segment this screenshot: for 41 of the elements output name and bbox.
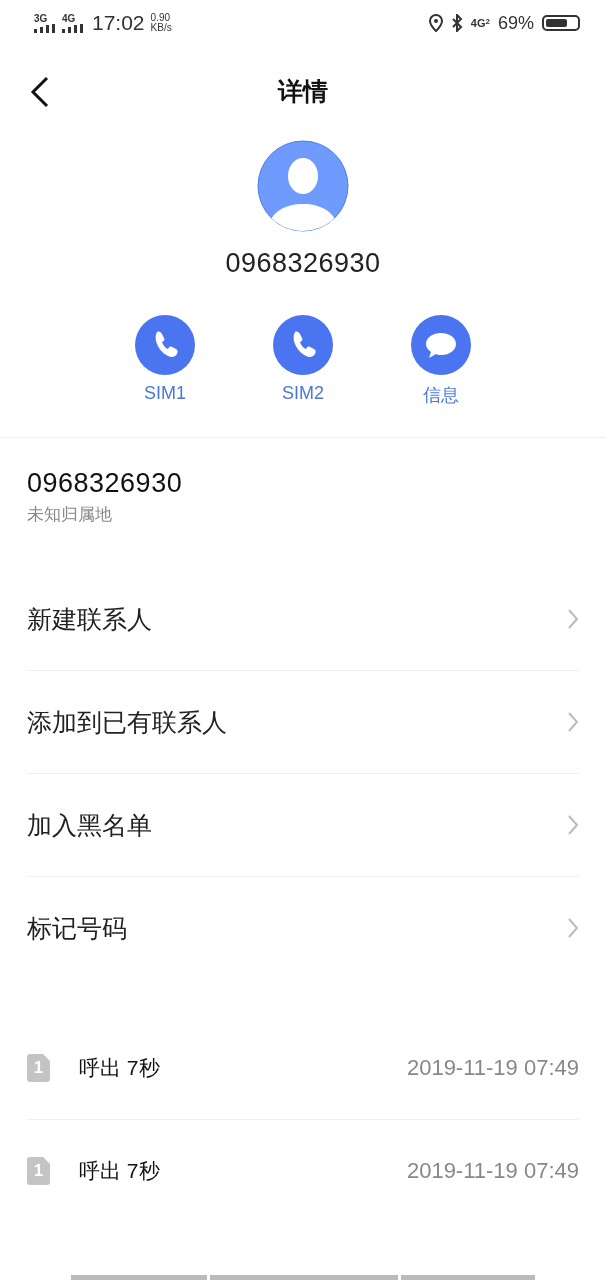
menu-item[interactable]: 标记号码 (27, 877, 579, 979)
chat-bubble-icon (411, 315, 471, 375)
signal-icon (34, 23, 56, 33)
call-time: 2019-11-19 07:49 (406, 1055, 579, 1081)
speed-unit: KB/s (150, 23, 172, 33)
phone-number: 0968326930 (27, 468, 184, 499)
location-label: 未知归属地 (27, 504, 113, 526)
signal-icon (62, 23, 84, 33)
call-time: 2019-11-19 07:49 (406, 1158, 579, 1184)
phone-number: 0968326930 (225, 248, 381, 279)
chevron-right-icon (567, 814, 579, 836)
battery-icon (542, 15, 580, 31)
location-icon (428, 14, 443, 32)
avatar-icon (257, 140, 349, 232)
battery-percent: 69% (497, 12, 534, 34)
sim-card-icon: 1 (27, 1054, 50, 1082)
call-type: 呼出 7秒 (79, 1055, 161, 1081)
network-label: 3G (34, 13, 48, 24)
clock: 17:02 (92, 11, 145, 35)
chevron-right-icon (567, 608, 579, 630)
menu-item[interactable]: 新建联系人 (27, 568, 579, 671)
call-button[interactable]: SIM2 (273, 315, 333, 407)
network-label: 4G (62, 13, 76, 24)
page-title: 详情 (278, 75, 328, 107)
call-type: 呼出 7秒 (79, 1158, 161, 1184)
message-button[interactable]: 信息 (411, 315, 471, 407)
call-button[interactable]: SIM1 (135, 315, 195, 407)
back-icon[interactable] (30, 76, 50, 108)
phone-icon (273, 315, 333, 375)
menu-item[interactable]: 加入黑名单 (27, 774, 579, 877)
sim-card-icon: 1 (27, 1157, 50, 1185)
phone-icon (135, 315, 195, 375)
speed-value: 0.90 (150, 13, 172, 23)
chevron-right-icon (567, 917, 579, 939)
menu-item[interactable]: 添加到已有联系人 (27, 671, 579, 774)
menu-label: 新建联系人 (27, 603, 152, 635)
bluetooth-icon (450, 14, 463, 32)
menu-label: 添加到已有联系人 (27, 706, 227, 738)
menu-label: 加入黑名单 (27, 809, 152, 841)
chevron-right-icon (567, 711, 579, 733)
menu-label: 标记号码 (27, 912, 127, 944)
